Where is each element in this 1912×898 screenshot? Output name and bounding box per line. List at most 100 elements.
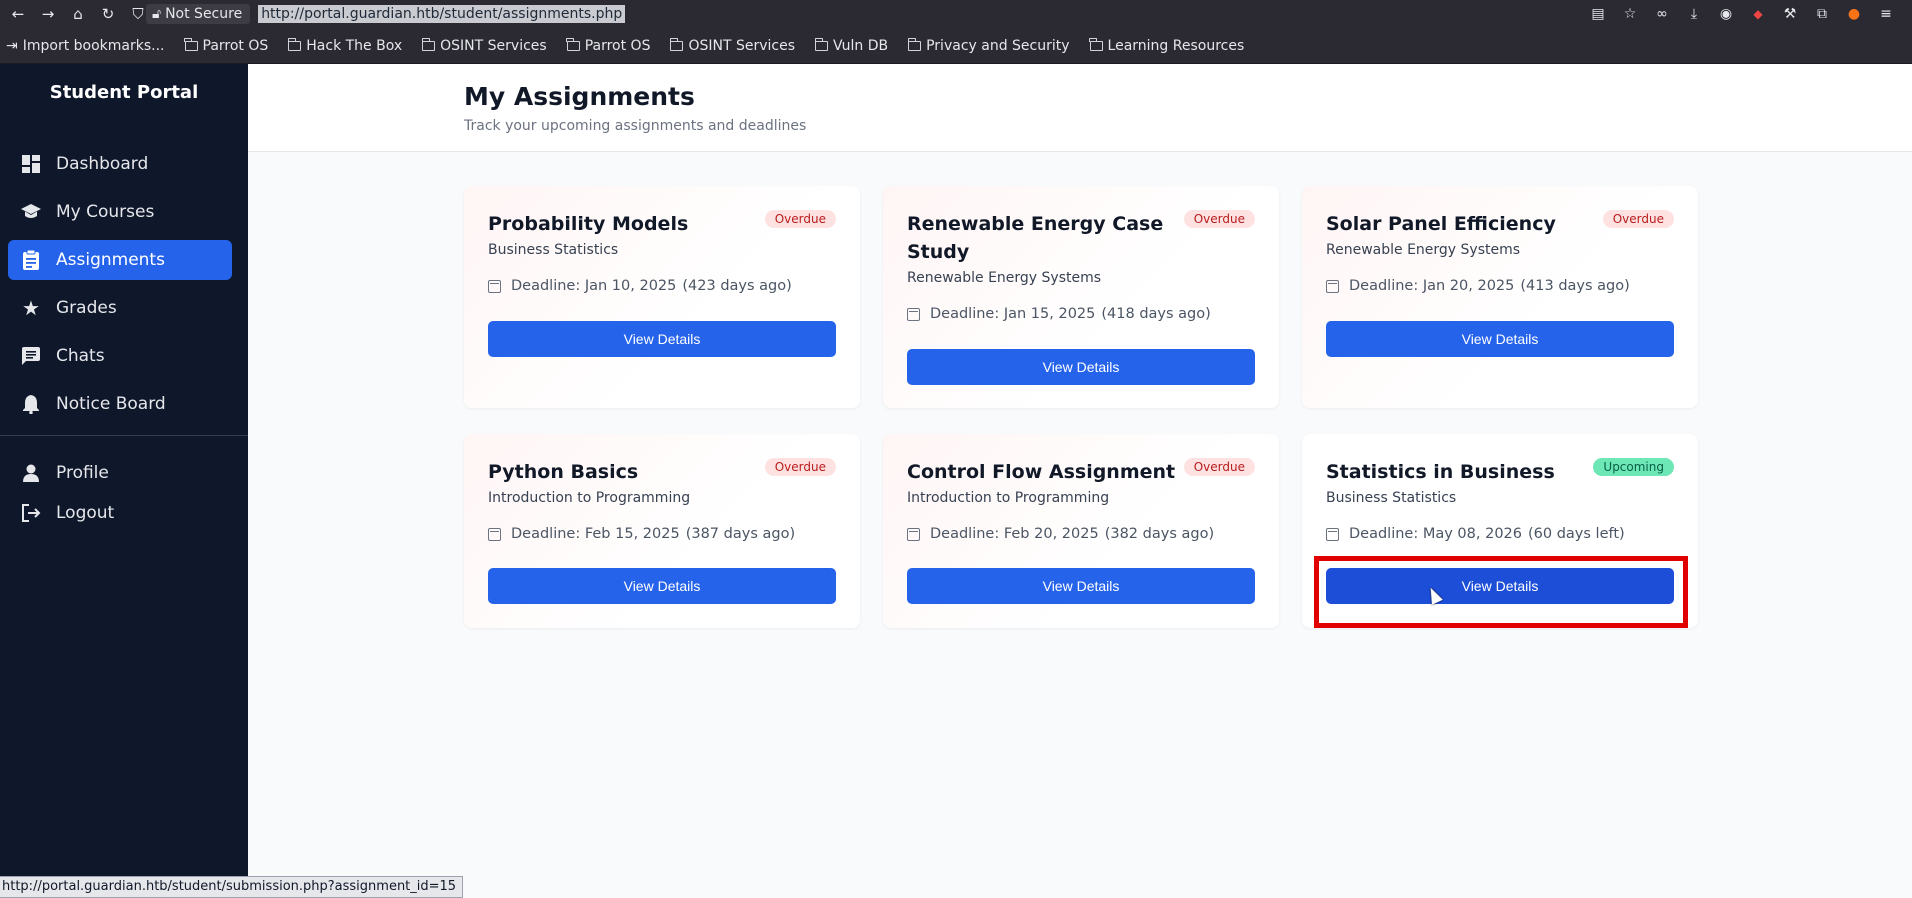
logout-icon	[20, 502, 42, 524]
sidebar-item-dashboard[interactable]: Dashboard	[8, 144, 232, 184]
sidebar-item-my-courses[interactable]: My Courses	[8, 192, 232, 232]
assignment-title: Statistics in Business	[1326, 461, 1555, 483]
sidebar-item-chats[interactable]: Chats	[8, 336, 232, 376]
reader-icon[interactable]: ▤	[1582, 0, 1614, 28]
graduation-cap-icon	[20, 201, 42, 223]
view-details-button[interactable]: View Details	[907, 349, 1255, 385]
import-icon: ⇥	[6, 37, 18, 54]
bookmarks-bar: ⇥ Import bookmarks... Parrot OS Hack The …	[0, 28, 1912, 64]
main-header: My Assignments Track your upcoming assig…	[248, 64, 1912, 152]
assignment-course: Renewable Energy Systems	[1326, 242, 1521, 258]
assignment-deadline: Deadline: Feb 20, 2025 (382 days ago)	[907, 526, 1214, 542]
calendar-icon	[907, 307, 920, 321]
status-badge: Overdue	[764, 210, 836, 228]
status-badge: Overdue	[1602, 210, 1674, 228]
sidebar-item-logout[interactable]: Logout	[8, 493, 232, 533]
home-icon[interactable]: ⌂	[66, 2, 90, 26]
sidebar-item-assignments[interactable]: Assignments	[8, 240, 232, 280]
bookmark-folder[interactable]: Learning Resources	[1089, 37, 1245, 54]
sidebar-item-notice-board[interactable]: Notice Board	[8, 384, 232, 424]
brand-title: Student Portal	[49, 82, 199, 103]
assignment-course: Introduction to Programming	[907, 490, 1110, 506]
sidebar-item-label: Dashboard	[56, 154, 149, 174]
bookmark-folder[interactable]: Parrot OS	[566, 37, 650, 54]
sidebar-item-label: Notice Board	[56, 394, 166, 414]
sidebar-item-label: Grades	[56, 298, 117, 318]
bookmark-folder[interactable]: Hack The Box	[287, 37, 402, 54]
clipboard-icon	[20, 249, 42, 271]
calendar-icon	[488, 527, 501, 541]
dashboard-icon	[20, 153, 42, 175]
assignment-card: Solar Panel Efficiency Overdue Renewable…	[1302, 186, 1698, 408]
assignment-deadline: Deadline: Feb 15, 2025 (387 days ago)	[488, 526, 795, 542]
calendar-icon	[1326, 279, 1339, 293]
assignment-deadline: Deadline: Jan 20, 2025 (413 days ago)	[1326, 278, 1630, 294]
bookmark-label: Parrot OS	[202, 37, 269, 54]
folder-icon	[287, 37, 302, 51]
assignment-card: Python Basics Overdue Introduction to Pr…	[464, 434, 860, 628]
status-badge: Overdue	[1183, 458, 1255, 476]
wrench-icon[interactable]: ⚒	[1774, 0, 1806, 28]
sidebar: Student Portal Dashboard My Courses Assi…	[0, 64, 248, 898]
status-bar-url: http://portal.guardian.htb/student/submi…	[0, 876, 464, 898]
highlight-box	[1314, 556, 1688, 628]
sidebar-item-label: My Courses	[56, 202, 155, 222]
folder-icon	[184, 37, 198, 51]
sidebar-item-label: Logout	[56, 503, 115, 523]
assignment-title: Control Flow Assignment	[907, 461, 1176, 483]
bookmark-folder[interactable]: Vuln DB	[814, 37, 888, 54]
deadline-relative: (418 days ago)	[1101, 306, 1211, 322]
not-secure-indicator[interactable]: 🔓︎ Not Secure	[146, 4, 251, 24]
download-icon[interactable]: ⤓	[1678, 0, 1710, 28]
deadline-relative: (382 days ago)	[1104, 526, 1215, 542]
deadline-date: Deadline: May 08, 2026	[1349, 526, 1522, 542]
mask-icon[interactable]: ∞	[1646, 0, 1678, 28]
view-details-button[interactable]: View Details	[1326, 321, 1674, 357]
deadline-date: Deadline: Jan 20, 2025	[1349, 278, 1515, 294]
bookmark-import[interactable]: ⇥ Import bookmarks...	[6, 38, 165, 54]
url-bar[interactable]: 🔓︎ Not Secure http://portal.guardian.htb…	[146, 3, 626, 25]
person-icon	[20, 462, 42, 484]
deadline-date: Deadline: Jan 15, 2025	[930, 306, 1096, 322]
bookmark-label: Learning Resources	[1107, 37, 1245, 54]
bookmark-folder[interactable]: Parrot OS	[184, 37, 269, 54]
bookmark-star-icon[interactable]: ☆	[1614, 0, 1646, 28]
assignment-card: Control Flow Assignment Overdue Introduc…	[883, 434, 1279, 628]
folder-icon	[566, 37, 580, 51]
assignment-card: Probability Models Overdue Business Stat…	[464, 186, 860, 408]
star-icon: ★	[22, 296, 40, 320]
reload-icon[interactable]: ↻	[96, 2, 120, 26]
deadline-date: Deadline: Feb 15, 2025	[511, 526, 680, 542]
bookmark-folder[interactable]: OSINT Services	[421, 37, 547, 54]
bell-icon	[20, 393, 42, 415]
menu-icon[interactable]: ≡	[1870, 0, 1902, 28]
bookmark-folder[interactable]: Privacy and Security	[907, 37, 1070, 54]
assignment-title: Probability Models	[488, 213, 689, 235]
view-details-button[interactable]: View Details	[907, 568, 1255, 604]
deadline-relative: (60 days left)	[1528, 526, 1625, 542]
status-badge: Upcoming	[1593, 458, 1674, 476]
assignment-course: Business Statistics	[488, 242, 619, 258]
status-badge: Overdue	[1183, 210, 1255, 228]
sidebar-item-label: Chats	[56, 346, 105, 366]
view-details-button[interactable]: View Details	[488, 321, 836, 357]
extensions-icon[interactable]: ⧉	[1806, 0, 1838, 28]
status-badge: Overdue	[764, 458, 836, 476]
account-icon[interactable]: ◉	[1710, 0, 1742, 28]
ublock-icon[interactable]: ◆	[1742, 0, 1774, 28]
deadline-relative: (413 days ago)	[1520, 278, 1630, 294]
folder-icon	[1089, 37, 1103, 51]
fox-extension-icon[interactable]: ●	[1838, 0, 1870, 28]
sidebar-item-profile[interactable]: Profile	[8, 453, 232, 493]
assignment-deadline: Deadline: May 08, 2026 (60 days left)	[1326, 526, 1625, 542]
url-text[interactable]: http://portal.guardian.htb/student/assig…	[258, 5, 626, 23]
assignment-deadline: Deadline: Jan 15, 2025 (418 days ago)	[907, 306, 1211, 322]
chat-icon	[20, 345, 42, 367]
folder-icon	[421, 37, 436, 51]
forward-icon[interactable]: →	[36, 2, 60, 26]
lock-icon: 🔓︎	[152, 6, 162, 22]
bookmark-folder[interactable]: OSINT Services	[669, 37, 795, 54]
view-details-button[interactable]: View Details	[488, 568, 836, 604]
back-icon[interactable]: ←	[6, 2, 30, 26]
sidebar-item-grades[interactable]: ★ Grades	[8, 288, 232, 328]
